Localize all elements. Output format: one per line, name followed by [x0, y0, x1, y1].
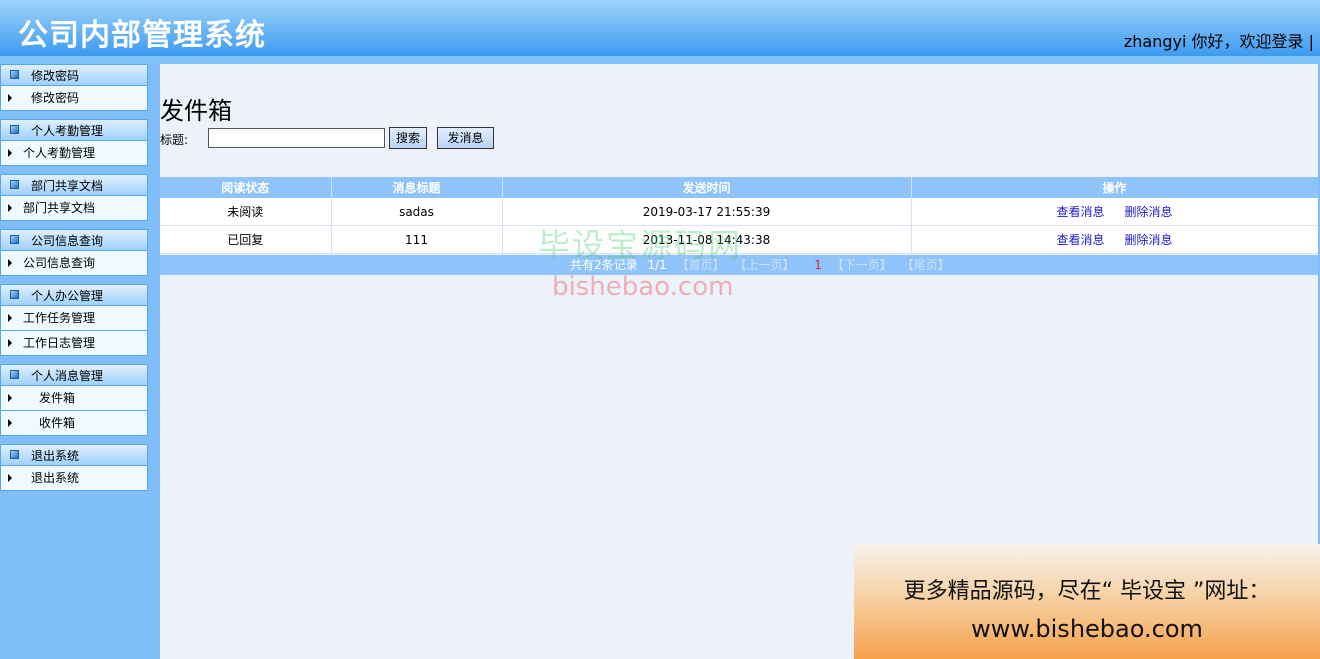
last-page-link[interactable]: 【尾页】 — [902, 258, 950, 272]
menu-header-office[interactable]: 个人办公管理 — [0, 284, 148, 306]
ad-banner: 更多精品源码，尽在“ 毕设宝 ”网址： www.bishebao.com — [854, 544, 1320, 659]
message-title-cell: 111 — [331, 225, 503, 254]
menu-item-label: 收件箱 — [39, 416, 76, 430]
menu-header-messages[interactable]: 个人消息管理 — [0, 364, 148, 386]
menu-item-inbox[interactable]: 收件箱 — [0, 411, 148, 436]
column-header-title: 消息标题 — [331, 177, 503, 198]
menu-item-label: 修改密码 — [31, 91, 80, 105]
caret-right-icon — [8, 259, 12, 267]
menu-header-company-info[interactable]: 公司信息查询 — [0, 229, 148, 251]
menu-item-company-info[interactable]: 公司信息查询 — [0, 251, 148, 276]
menu-item-label: 公司信息查询 — [23, 256, 96, 270]
menu-group-attendance: 个人考勤管理 个人考勤管理 — [0, 119, 148, 166]
menu-square-icon — [10, 180, 19, 189]
message-table: 阅读状态 消息标题 发送时间 操作 未阅读 sadas 2019-03-17 2… — [160, 177, 1319, 254]
message-title-cell: sadas — [331, 198, 503, 226]
search-label: 标题: — [160, 133, 189, 147]
menu-header-label: 退出系统 — [31, 449, 80, 463]
view-message-link[interactable]: 查看消息 — [1056, 205, 1104, 219]
menu-item-logout[interactable]: 退出系统 — [0, 466, 148, 491]
record-count: 共有2条记录 — [570, 258, 638, 272]
header-bar: 公司内部管理系统 zhangyi 你好，欢迎登录 | — [0, 0, 1320, 56]
menu-header-label: 个人消息管理 — [31, 369, 104, 383]
delete-message-link[interactable]: 删除消息 — [1125, 233, 1173, 247]
send-message-button[interactable]: 发消息 — [437, 127, 494, 149]
menu-item-label: 个人考勤管理 — [23, 146, 96, 160]
menu-group-office: 个人办公管理 工作任务管理 工作日志管理 — [0, 284, 148, 356]
column-header-actions: 操作 — [911, 177, 1319, 198]
read-status-cell: 已回复 — [160, 225, 332, 254]
caret-right-icon — [8, 339, 12, 347]
menu-item-label: 退出系统 — [31, 471, 80, 485]
menu-header-label: 部门共享文档 — [31, 179, 104, 193]
send-time-cell: 2019-03-17 21:55:39 — [502, 198, 912, 226]
current-page-number: 1 — [814, 258, 822, 272]
app-title: 公司内部管理系统 — [18, 18, 266, 53]
ad-url: www.bishebao.com — [971, 615, 1203, 643]
view-message-link[interactable]: 查看消息 — [1056, 233, 1104, 247]
column-header-status: 阅读状态 — [160, 177, 332, 198]
menu-square-icon — [10, 450, 19, 459]
menu-item-label: 发件箱 — [39, 391, 76, 405]
send-time-cell: 2013-11-08 14:43:38 — [502, 225, 912, 254]
menu-item-work-log[interactable]: 工作日志管理 — [0, 331, 148, 356]
menu-header-label: 公司信息查询 — [31, 234, 104, 248]
menu-item-change-password[interactable]: 修改密码 — [0, 86, 148, 111]
caret-right-icon — [8, 474, 12, 482]
menu-item-label: 工作任务管理 — [23, 311, 96, 325]
pagination-bar: 共有2条记录 1/1 【首页】 【上一页】 1 【下一页】 【尾页】 — [160, 255, 1318, 275]
caret-right-icon — [8, 204, 12, 212]
delete-message-link[interactable]: 删除消息 — [1125, 205, 1173, 219]
menu-group-company-info: 公司信息查询 公司信息查询 — [0, 229, 148, 276]
menu-header-attendance[interactable]: 个人考勤管理 — [0, 119, 148, 141]
actions-cell: 查看消息 删除消息 — [911, 225, 1319, 254]
ad-text: 更多精品源码，尽在“ 毕设宝 ”网址： — [903, 579, 1271, 604]
read-status-cell: 未阅读 — [160, 198, 332, 226]
menu-square-icon — [10, 70, 19, 79]
menu-square-icon — [10, 125, 19, 134]
menu-group-messages: 个人消息管理 发件箱 收件箱 — [0, 364, 148, 436]
caret-right-icon — [8, 419, 12, 427]
menu-header-logout[interactable]: 退出系统 — [0, 444, 148, 466]
table-row: 已回复 111 2013-11-08 14:43:38 查看消息 删除消息 — [160, 225, 1319, 254]
menu-group-logout: 退出系统 退出系统 — [0, 444, 148, 491]
menu-header-password[interactable]: 修改密码 — [0, 64, 148, 86]
menu-square-icon — [10, 370, 19, 379]
first-page-link[interactable]: 【首页】 — [677, 258, 725, 272]
search-button[interactable]: 搜索 — [389, 127, 427, 149]
page-title: 发件箱 — [160, 97, 232, 125]
caret-right-icon — [8, 394, 12, 402]
actions-cell: 查看消息 删除消息 — [911, 198, 1319, 226]
caret-right-icon — [8, 149, 12, 157]
user-greeting: zhangyi 你好，欢迎登录 | — [1123, 32, 1314, 51]
menu-header-label: 个人办公管理 — [31, 289, 104, 303]
column-header-time: 发送时间 — [502, 177, 912, 198]
next-page-link[interactable]: 【下一页】 — [832, 258, 892, 272]
menu-item-shared-docs[interactable]: 部门共享文档 — [0, 196, 148, 221]
table-row: 未阅读 sadas 2019-03-17 21:55:39 查看消息 删除消息 — [160, 198, 1319, 226]
menu-item-task-management[interactable]: 工作任务管理 — [0, 306, 148, 331]
menu-item-label: 工作日志管理 — [23, 336, 96, 350]
sidebar: 修改密码 修改密码 个人考勤管理 个人考勤管理 部门共享文档 部门共享文档 公司… — [0, 64, 160, 659]
menu-square-icon — [10, 290, 19, 299]
header-divider — [0, 56, 1320, 64]
menu-header-label: 个人考勤管理 — [31, 124, 104, 138]
menu-item-label: 部门共享文档 — [23, 201, 96, 215]
table-header-row: 阅读状态 消息标题 发送时间 操作 — [160, 177, 1319, 198]
title-search-input[interactable] — [208, 128, 385, 148]
menu-item-outbox[interactable]: 发件箱 — [0, 386, 148, 411]
menu-header-label: 修改密码 — [31, 69, 80, 83]
menu-square-icon — [10, 235, 19, 244]
caret-right-icon — [8, 94, 12, 102]
prev-page-link[interactable]: 【上一页】 — [734, 258, 794, 272]
page-info: 1/1 — [647, 258, 667, 272]
menu-group-shared-docs: 部门共享文档 部门共享文档 — [0, 174, 148, 221]
menu-item-attendance[interactable]: 个人考勤管理 — [0, 141, 148, 166]
caret-right-icon — [8, 314, 12, 322]
menu-group-password: 修改密码 修改密码 — [0, 64, 148, 111]
menu-header-shared-docs[interactable]: 部门共享文档 — [0, 174, 148, 196]
